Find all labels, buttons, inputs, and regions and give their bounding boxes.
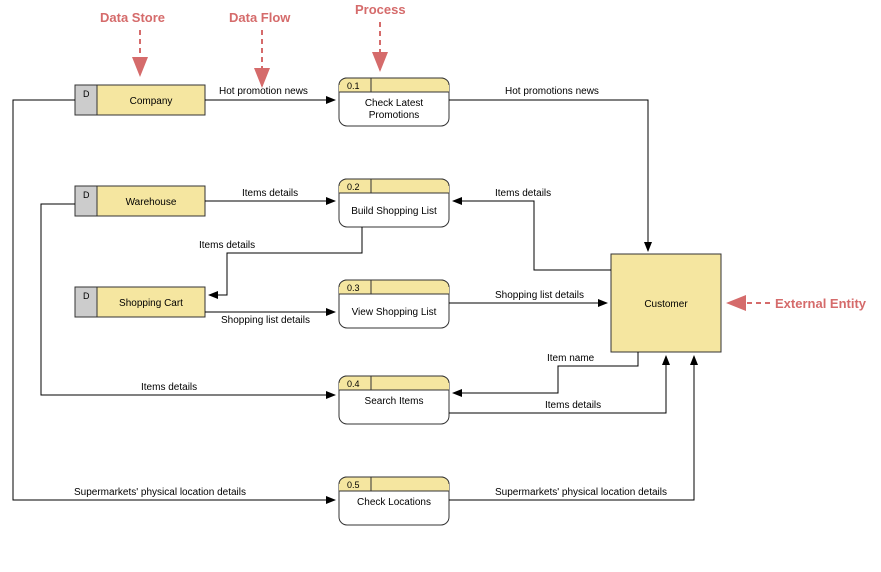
flow-label: Shopping list details <box>495 290 584 301</box>
process-check-latest-promotions: 0.1 Check Latest Promotions <box>339 78 449 126</box>
svg-text:View Shopping List: View Shopping List <box>352 307 437 318</box>
svg-text:Customer: Customer <box>644 299 688 310</box>
flow-label: Items details <box>199 240 255 251</box>
svg-text:Check Latest: Check Latest <box>365 98 424 109</box>
svg-text:Check Locations: Check Locations <box>357 497 431 508</box>
svg-text:Company: Company <box>130 96 173 107</box>
flow-label: Hot promotions news <box>505 86 599 97</box>
process-check-locations: 0.5 Check Locations <box>339 477 449 525</box>
svg-text:0.1: 0.1 <box>347 81 360 91</box>
process-view-shopping-list: 0.3 View Shopping List <box>339 280 449 328</box>
entity-customer: Customer <box>611 254 721 352</box>
flow-label: Items details <box>141 382 197 393</box>
flow-label: Hot promotion news <box>219 86 308 97</box>
svg-text:0.2: 0.2 <box>347 182 360 192</box>
flow-label: Items details <box>495 188 551 199</box>
flow-label: Item name <box>547 353 594 364</box>
svg-text:D: D <box>83 291 90 301</box>
process-search-items: 0.4 Search Items <box>339 376 449 424</box>
svg-text:Search Items: Search Items <box>365 396 424 407</box>
svg-text:0.4: 0.4 <box>347 379 360 389</box>
datastore-warehouse: D Warehouse <box>75 186 205 216</box>
flow-label: Shopping list details <box>221 315 310 326</box>
svg-text:0.5: 0.5 <box>347 480 360 490</box>
flow-label: Supermarkets' physical location details <box>74 487 246 498</box>
datastore-shopping-cart: D Shopping Cart <box>75 287 205 317</box>
svg-text:Shopping Cart: Shopping Cart <box>119 298 183 309</box>
svg-text:Warehouse: Warehouse <box>126 197 177 208</box>
svg-text:Promotions: Promotions <box>369 110 420 121</box>
flow-label: Supermarkets' physical location details <box>495 487 667 498</box>
svg-text:Build Shopping List: Build Shopping List <box>351 206 437 217</box>
flow-label: Items details <box>545 400 601 411</box>
svg-text:0.3: 0.3 <box>347 283 360 293</box>
svg-text:D: D <box>83 89 90 99</box>
process-build-shopping-list: 0.2 Build Shopping List <box>339 179 449 227</box>
svg-text:D: D <box>83 190 90 200</box>
datastore-company: D Company <box>75 85 205 115</box>
flow-label: Items details <box>242 188 298 199</box>
